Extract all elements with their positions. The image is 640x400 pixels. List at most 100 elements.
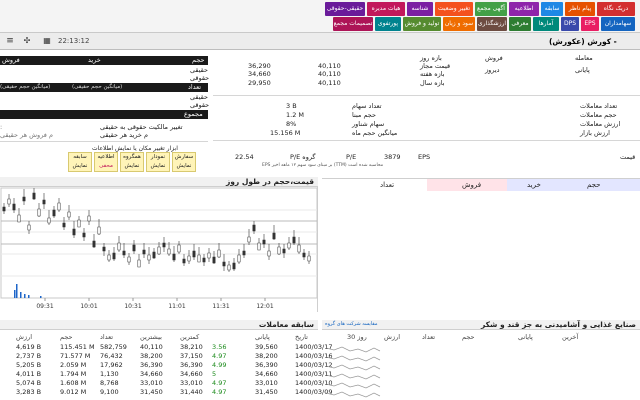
history-cell: 36,390 [180,361,203,369]
group-header: آخرین [562,333,579,341]
group-compare-link[interactable]: مقایسه شرکت های گروه [325,321,378,327]
x-tick-label: 11:01 [168,303,185,310]
hamburger-icon[interactable]: ≡ [3,35,17,47]
tab-tabs2-2[interactable]: DPS [561,17,579,31]
history-cell: 31,450 [140,388,163,396]
candle-body [22,196,26,202]
candle-body [147,254,151,261]
group-header: پایانی [518,333,533,341]
history-cell: 2.059 M [60,361,87,369]
tool-button-1[interactable]: نمودار نمایش [146,152,170,172]
week-low: 34,660 [248,70,271,78]
tab-tabs2-7[interactable]: تولید و فروش [403,17,441,31]
tool-button-3[interactable]: اطلاعیه محفی [94,152,118,172]
range-week-label: بازه هفته [420,70,445,78]
clock: 22:13:12 [58,37,90,45]
allowed-high: 40,110 [318,62,341,70]
tab-tabs1-4[interactable]: آگهی مجمع [475,2,507,16]
tab-tabs1-1[interactable]: پیام ناظر [565,2,595,16]
candle-body [7,198,11,205]
tab-tabs1-6[interactable]: شناسه [407,2,433,16]
volume-bar [16,284,18,298]
tab-tabs1-2[interactable]: سابقه [541,2,563,16]
history-cell: 1.608 M [60,379,87,387]
ob-volume: حجم [587,181,601,189]
candle-body [2,206,6,212]
sparkline [325,391,381,398]
tab-tabs1-5[interactable]: تغییر وضعیت [435,2,473,16]
allowed-low: 36,290 [248,62,271,70]
history-cell: 31,440 [180,388,203,396]
candle-body [167,248,171,255]
tab-tabs2-3[interactable]: آمارها [533,17,559,31]
tool-button-0[interactable]: سفارش نمایش [172,152,196,172]
history-cell: 4,619 B [16,343,42,351]
shares-count-label: تعداد سهام [352,102,382,110]
trades-volume-label: حجم معاملات [580,111,617,119]
history-cell: 76,432 [100,352,123,360]
history-cell: 4,011 B [16,370,42,378]
tab-tabs2-4[interactable]: معرفی [509,17,531,31]
price-label: قیمت [620,153,636,161]
tool-button-bottom: نمایش [176,163,192,169]
volume-bar [40,296,42,298]
tab-tabs2-8[interactable]: پورتفوی [375,17,401,31]
tool-button-bottom: نمایش [150,163,166,169]
instrument-title: کورش (عکورش) - [549,37,617,46]
history-cell: 17,962 [100,361,123,369]
tool-button-2[interactable]: همگروه نمایش [120,152,144,172]
history-cell: 36,390 [140,361,163,369]
history-cell: 33,010 [180,379,203,387]
history-header: حجم [60,333,73,341]
history-cell: 34,660 [140,370,163,378]
candle-body [57,202,61,211]
tab-tabs2-6[interactable]: سود و زیان [443,17,475,31]
status-label: پایانی [575,66,590,74]
history-cell: 1,130 [100,370,119,378]
tool-button-4[interactable]: سابقه نمایش [68,152,92,172]
tab-tabs1-3[interactable]: اطلاعیه [509,2,539,16]
candle-body [262,239,266,245]
zoom-icon[interactable]: ✣ [20,35,34,47]
trades-value-label: ارزش معاملات [580,120,621,128]
volume-bar [14,290,16,298]
real-sell-left: م فروش هر حقیقی [0,131,53,139]
week-high: 40,110 [318,70,341,78]
history-cell: 5,205 B [16,361,42,369]
history-header: بیشترین [140,333,162,341]
sparkline [325,373,381,380]
per-real-buy: تغییر مالکیت حقوقی به حقیقی [100,123,183,131]
candle-body [92,240,96,248]
trade-value: فروش [485,54,503,62]
history-cell: 31,450 [255,388,278,396]
candle-body [177,244,181,253]
history-cell: 38,200 [140,352,163,360]
eps-value: 3879 [384,153,401,161]
tool-button-bottom: نمایش [124,163,140,169]
tab-tabs1-0[interactable]: دریک نگاه [597,2,635,16]
candle-body [132,244,136,252]
candle-body [302,252,306,258]
sparklines [325,346,381,398]
candle-body [202,257,206,263]
tab-tabs2-1[interactable]: EPS [581,17,599,31]
x-tick-label: 12:01 [256,303,273,310]
group-header: ارزش [384,333,401,341]
base-volume-label: حجم مبنا [352,111,376,119]
tab-tabs2-9[interactable]: تصمیمات مجمع [333,17,373,31]
candle-body [42,199,46,205]
tab-tabs2-5[interactable]: ارزشگذاری [477,17,507,31]
divider-2 [213,95,640,96]
candle-body [237,254,241,263]
tab-tabs1-8[interactable]: حقیقی-حقوقی [325,2,365,16]
x-tick-label: 11:31 [212,303,229,310]
history-table: تاریخ پایانی کمترین بیشترین تعداد حجم ارزش 1400… [0,332,332,400]
grid-icon[interactable]: ▦ [40,35,54,47]
tab-tabs2-0[interactable]: سهامداران [601,17,635,31]
tool-button-bottom: محفی [99,163,113,169]
market-value-label: ارزش بازار [580,129,610,137]
candle-body [37,208,41,217]
divider [0,141,208,142]
history-header: کمترین [180,333,200,341]
tab-tabs1-7[interactable]: هیات مدیره [367,2,405,16]
